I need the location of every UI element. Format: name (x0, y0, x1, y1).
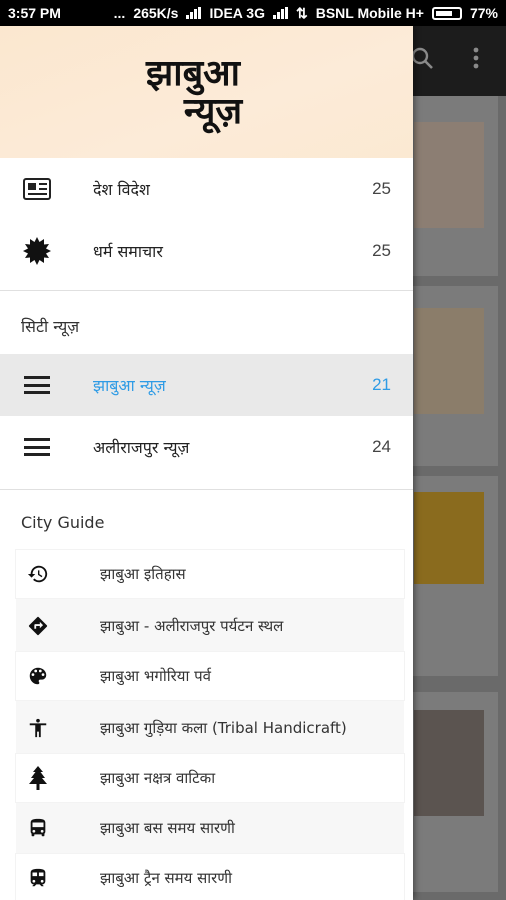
guide-item-bhagoria[interactable]: झाबुआ भगोरिया पर्व (16, 652, 404, 700)
section-title-city-guide: City Guide (21, 513, 105, 532)
status-battery: 77% (469, 5, 498, 21)
drawer-item-jhabua-news[interactable]: झाबुआ न्यूज़ 21 (0, 354, 413, 416)
menu-icon (22, 370, 52, 400)
guide-item-label: झाबुआ भगोरिया पर्व (100, 667, 211, 685)
history-icon (24, 560, 52, 588)
drawer-item-count: 25 (372, 241, 391, 260)
status-dots: ... (113, 5, 126, 21)
directions-icon (24, 612, 52, 640)
signal-icon (272, 7, 288, 19)
feed-thumbnail (414, 122, 484, 228)
logo-text-line1: झाबुआ (146, 52, 240, 94)
status-carrier2: BSNL Mobile H+ (315, 5, 424, 21)
drawer-item-label: झाबुआ न्यूज़ (93, 376, 166, 395)
drawer-item-label: अलीराजपुर न्यूज़ (93, 438, 190, 457)
app-logo: झाबुआ न्यूज़ (118, 54, 268, 130)
search-icon[interactable] (410, 46, 434, 75)
feed-thumbnail (414, 308, 484, 414)
more-vert-icon[interactable] (470, 46, 482, 75)
guide-item-label: झाबुआ गुड़िया कला (Tribal Handicraft) (100, 719, 347, 737)
guide-item-label: झाबुआ नक्षत्र वाटिका (100, 769, 216, 787)
guide-item-history[interactable]: झाबुआ इतिहास (16, 550, 404, 598)
signal-icon (186, 7, 202, 19)
train-icon (24, 864, 52, 892)
status-speed: 265K/s (133, 5, 179, 21)
menu-icon (22, 432, 52, 462)
divider (0, 489, 413, 490)
feed-thumbnail (414, 710, 484, 816)
newspaper-icon (22, 174, 52, 204)
status-carrier1: IDEA 3G (209, 5, 265, 21)
drawer-item-count: 25 (372, 179, 391, 198)
battery-icon (431, 6, 462, 20)
status-bar: 3:57 PM ... 265K/s IDEA 3G ⇅ BSNL Mobile… (0, 0, 506, 26)
status-time: 3:57 PM (8, 5, 61, 21)
drawer-item-label: देश विदेश (93, 180, 150, 199)
guide-item-label: झाबुआ - अलीराजपुर पर्यटन स्थल (100, 617, 284, 635)
guide-item-tourism[interactable]: झाबुआ - अलीराजपुर पर्यटन स्थल (16, 602, 404, 650)
guide-item-label: झाबुआ बस समय सारणी (100, 819, 235, 837)
logo-text-line2: न्यूज़ (183, 90, 243, 132)
drawer-item-count: 24 (372, 437, 391, 456)
accessibility-icon (24, 714, 52, 742)
feed-thumbnail (414, 492, 484, 584)
navigation-drawer: झाबुआ न्यूज़ देश विदेश 25 धर्म समाचार 25… (0, 26, 413, 900)
divider (0, 290, 413, 291)
drawer-item-count: 21 (372, 375, 391, 394)
guide-item-handicraft[interactable]: झाबुआ गुड़िया कला (Tribal Handicraft) (16, 704, 404, 752)
guide-item-train-timetable[interactable]: झाबुआ ट्रैन समय सारणी (16, 854, 404, 900)
drawer-item-desh-videsh[interactable]: देश विदेश 25 (0, 158, 413, 220)
data-transfer-icon: ⇅ (295, 4, 308, 21)
drawer-item-label: धर्म समाचार (93, 242, 163, 261)
drawer-item-alirajpur-news[interactable]: अलीराजपुर न्यूज़ 24 (0, 416, 413, 478)
sun-burst-icon (22, 236, 52, 266)
drawer-header: झाबुआ न्यूज़ (0, 26, 413, 158)
guide-item-bus-timetable[interactable]: झाबुआ बस समय सारणी (16, 804, 404, 852)
section-title-city-news: सिटी न्यूज़ (21, 317, 80, 336)
guide-item-label: झाबुआ इतिहास (100, 565, 186, 583)
bus-icon (24, 814, 52, 842)
tree-icon (24, 764, 52, 792)
drawer-item-dharm-samachar[interactable]: धर्म समाचार 25 (0, 220, 413, 282)
palette-icon (24, 662, 52, 690)
guide-item-label: झाबुआ ट्रैन समय सारणी (100, 869, 233, 887)
guide-item-nakshatra-vatika[interactable]: झाबुआ नक्षत्र वाटिका (16, 754, 404, 802)
